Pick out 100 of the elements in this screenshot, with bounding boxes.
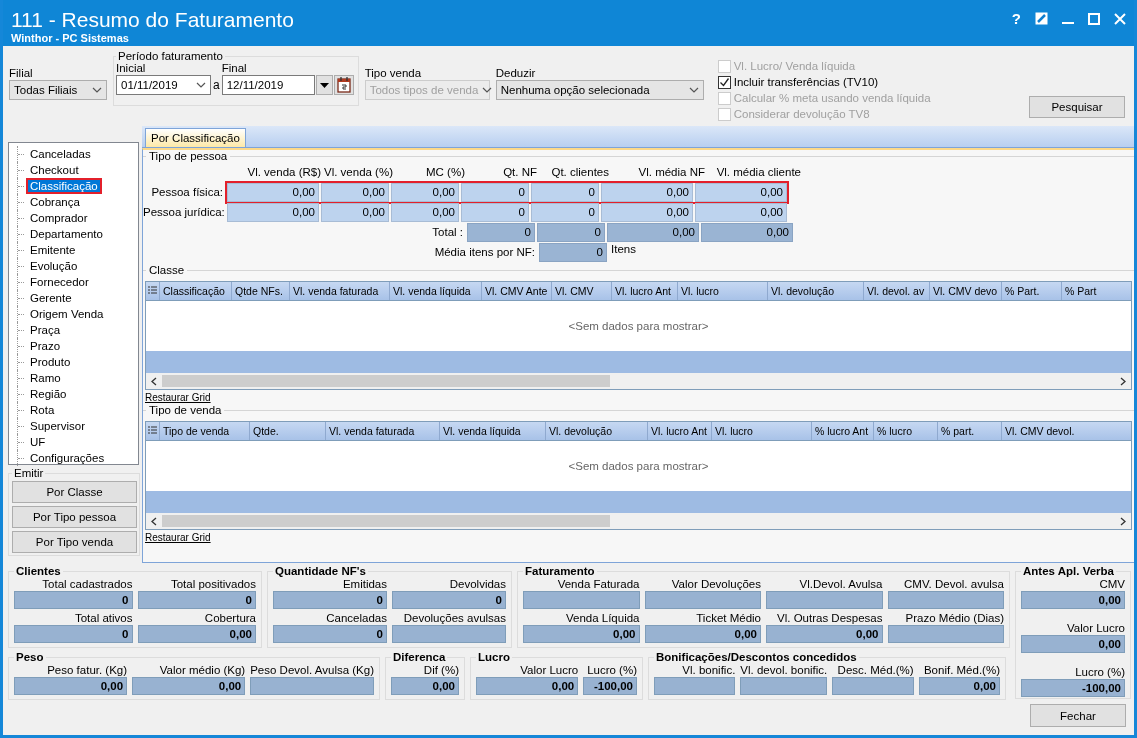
scroll-left-icon[interactable] — [150, 376, 158, 386]
column-header[interactable]: Vl. venda líquida — [389, 282, 481, 300]
scrollbar-thumb[interactable] — [162, 375, 610, 387]
value-field: 0 — [392, 591, 506, 609]
emit-button[interactable]: Por Classe — [12, 481, 137, 503]
value-field: 0,00 — [918, 677, 1000, 695]
column-header[interactable]: % part. — [937, 422, 1001, 440]
category-item[interactable]: Supervisor — [26, 418, 89, 434]
value-field: 0,00 — [1021, 591, 1125, 609]
chevron-down-icon — [196, 82, 206, 88]
category-item[interactable]: Canceladas — [26, 146, 95, 162]
column-header[interactable]: Classificação — [159, 282, 231, 300]
column-header[interactable]: Vl. lucro Ant — [647, 422, 711, 440]
column-header[interactable]: % Part. — [1001, 282, 1061, 300]
column-header[interactable]: % lucro — [873, 422, 937, 440]
edit-icon[interactable] — [1035, 12, 1048, 25]
close-icon[interactable] — [1114, 12, 1126, 25]
column-header[interactable]: Vl. devol. av — [863, 282, 929, 300]
field-label: Filial — [9, 67, 34, 79]
column-header[interactable]: % Part — [1061, 282, 1101, 300]
group-title: Clientes — [15, 565, 62, 577]
category-item[interactable]: Evolução — [26, 258, 82, 274]
maximize-icon[interactable] — [1088, 12, 1100, 25]
column-header[interactable]: Qtde. — [249, 422, 325, 440]
field-label: Valor Lucro — [519, 663, 579, 677]
column-header[interactable]: Vl. CMV — [551, 282, 611, 300]
category-item[interactable]: Checkout — [26, 162, 83, 178]
value-field: 0 — [273, 591, 387, 609]
column-header[interactable]: Vl. CMV devo — [929, 282, 1001, 300]
scroll-right-icon[interactable] — [1119, 516, 1127, 526]
column-header[interactable]: Vl. lucro — [677, 282, 767, 300]
category-item[interactable]: Departamento — [26, 226, 107, 242]
column-header[interactable]: Vl. devolução — [767, 282, 863, 300]
column-header[interactable]: Vl. lucro Ant — [611, 282, 677, 300]
column-header: Vl. venda (R$) — [246, 166, 321, 178]
field-label: Devolvidas — [448, 577, 506, 591]
scroll-left-icon[interactable] — [150, 516, 158, 526]
checkbox[interactable] — [717, 75, 731, 89]
search-button[interactable]: Pesquisar — [1029, 96, 1125, 118]
category-item[interactable]: Fornecedor — [26, 274, 93, 290]
restore-grid-link[interactable]: Restaurar Grid — [145, 392, 211, 404]
category-item[interactable]: Ramo — [26, 370, 65, 386]
column-header[interactable]: Tipo de venda — [159, 422, 249, 440]
column-header[interactable]: Qtde NFs. — [231, 282, 289, 300]
category-item[interactable]: Prazo — [26, 338, 65, 354]
checkbox-label: Vl. Lucro/ Venda líquida — [733, 60, 856, 72]
scroll-right-icon[interactable] — [1119, 376, 1127, 386]
start-date-field[interactable]: 01/11/2019 — [116, 75, 211, 95]
column-header: Vl. média cliente — [715, 166, 801, 178]
field-label: CMV. Devol. avulsa — [903, 577, 1004, 591]
category-item[interactable]: Produto — [26, 354, 75, 370]
category-item[interactable]: UF — [26, 434, 50, 450]
checkbox-label: Incluir transferências (TV10) — [733, 76, 879, 88]
chevron-down-icon — [482, 87, 493, 93]
field-label: Bonif. Méd.(%) — [922, 663, 1000, 677]
column-header[interactable]: Vl. venda faturada — [289, 282, 389, 300]
column-header[interactable]: Vl. lucro — [711, 422, 811, 440]
dropdown-button[interactable] — [315, 75, 333, 95]
category-item[interactable]: Praça — [26, 322, 65, 338]
scrollbar-thumb[interactable] — [162, 515, 610, 527]
field-label: Total ativos — [73, 611, 133, 625]
calendar-icon — [336, 77, 351, 93]
end-date-field[interactable]: 12/11/2019 — [221, 75, 315, 95]
horizontal-scrollbar[interactable] — [146, 513, 1131, 529]
category-item[interactable]: Classificação — [26, 178, 102, 194]
value-field: 0,00 — [14, 677, 128, 695]
help-button[interactable]: ? — [1011, 10, 1021, 27]
triangle-down-icon — [319, 82, 329, 88]
category-item[interactable]: Região — [26, 386, 71, 402]
category-item[interactable]: Emitente — [26, 242, 80, 258]
column-header[interactable]: Vl. venda faturada — [325, 422, 439, 440]
column-header[interactable]: % lucro Ant — [811, 422, 873, 440]
emit-button[interactable]: Por Tipo pessoa — [12, 506, 137, 528]
category-item[interactable]: Gerente — [26, 290, 76, 306]
field-label: Dif (%) — [422, 663, 459, 677]
category-item[interactable]: Origem Venda — [26, 306, 108, 322]
filial-dropdown[interactable]: Todas Filiais — [9, 80, 107, 100]
emit-button[interactable]: Por Tipo venda — [12, 531, 137, 553]
field-label: Inicial — [116, 62, 147, 74]
category-item[interactable]: Configurações — [26, 450, 109, 466]
tab[interactable]: Por Classificação — [145, 128, 246, 147]
value-field: 0,00 — [132, 677, 246, 695]
column-header[interactable]: Vl. CMV devol. — [1001, 422, 1131, 440]
category-item[interactable]: Comprador — [26, 210, 92, 226]
window-title: 111 - Resumo do Faturamento — [11, 8, 294, 32]
calendar-button[interactable] — [333, 75, 354, 95]
category-item[interactable]: Cobrança — [26, 194, 84, 210]
restore-grid-link[interactable]: Restaurar Grid — [145, 532, 211, 544]
column-chooser-icon[interactable] — [146, 426, 159, 436]
row-label: Pessoa jurídica: — [143, 206, 223, 218]
horizontal-scrollbar[interactable] — [146, 373, 1131, 389]
deduct-dropdown[interactable]: Nenhuma opção selecionada — [495, 80, 704, 100]
close-button[interactable]: Fechar — [1030, 704, 1126, 727]
column-header: MC (%) — [425, 166, 465, 178]
column-header[interactable]: Vl. venda líquida — [439, 422, 545, 440]
column-chooser-icon[interactable] — [146, 286, 159, 296]
category-item[interactable]: Rota — [26, 402, 59, 418]
column-header[interactable]: Vl. devolução — [545, 422, 647, 440]
value-field: 0 — [539, 242, 607, 262]
column-header[interactable]: Vl. CMV Ante — [481, 282, 551, 300]
